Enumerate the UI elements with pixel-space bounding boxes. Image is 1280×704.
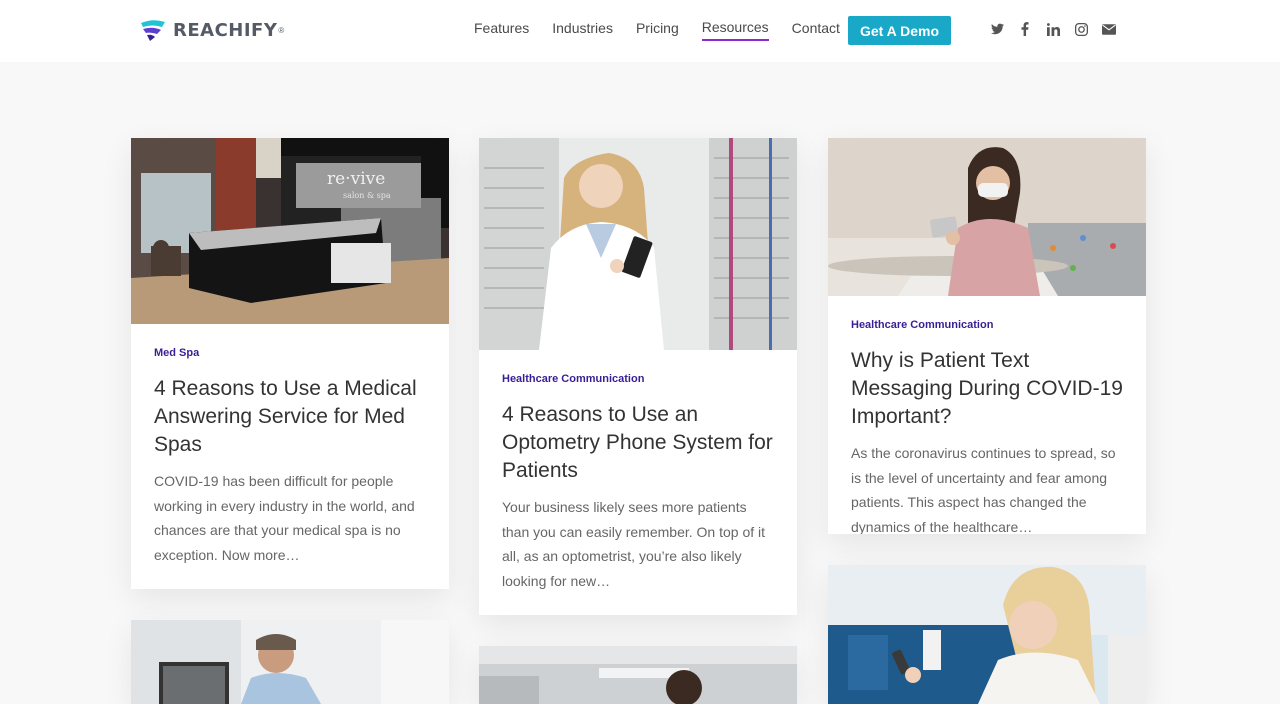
social-links [990, 21, 1116, 37]
post-title[interactable]: 4 Reasons to Use an Optometry Phone Syst… [502, 401, 774, 485]
spa-sign-subtext: salon & spa [343, 191, 391, 200]
logo-registered-mark: ® [278, 25, 285, 35]
post-image-spa-reception[interactable]: re·vive salon & spa [131, 138, 449, 324]
post-category[interactable]: Healthcare Communication [502, 373, 774, 385]
logo-text: REACHIFY [173, 19, 278, 41]
post-excerpt: Your business likely sees more patients … [502, 499, 766, 589]
post-body: Healthcare Communication Why is Patient … [828, 319, 1146, 534]
linkedin-icon[interactable] [1046, 21, 1060, 37]
post-excerpt: As the coronavirus continues to spread, … [851, 445, 1116, 534]
nav-features[interactable]: Features [474, 20, 529, 40]
post-card[interactable]: re·vive salon & spa Med Spa 4 Reasons to… [131, 138, 449, 589]
nav-contact[interactable]: Contact [792, 20, 840, 40]
nav-resources[interactable]: Resources [701, 19, 769, 41]
email-icon[interactable] [1102, 21, 1116, 37]
nav-industries[interactable]: Industries [552, 20, 613, 40]
post-title[interactable]: Why is Patient Text Messaging During COV… [851, 347, 1123, 431]
post-card[interactable]: Healthcare Communication Why is Patient … [828, 138, 1146, 534]
post-body: Healthcare Communication 4 Reasons to Us… [479, 373, 797, 593]
post-card[interactable] [479, 646, 797, 704]
post-category[interactable]: Healthcare Communication [851, 319, 1123, 331]
main-nav: Features Industries Pricing Resources Co… [474, 16, 863, 44]
page: REACHIFY ® Features Industries Pricing R… [0, 0, 1280, 704]
nav-pricing[interactable]: Pricing [636, 20, 679, 40]
post-category[interactable]: Med Spa [154, 347, 426, 359]
twitter-icon[interactable] [990, 21, 1004, 37]
post-body: Med Spa 4 Reasons to Use a Medical Answe… [131, 347, 449, 567]
post-image-woman-phone[interactable] [828, 565, 1146, 704]
post-excerpt: COVID-19 has been difficult for people w… [154, 473, 415, 563]
spa-sign-text: re·vive [327, 169, 385, 189]
post-card[interactable]: Healthcare Communication 4 Reasons to Us… [479, 138, 797, 615]
instagram-icon[interactable] [1074, 21, 1088, 37]
logo[interactable]: REACHIFY ® [139, 18, 284, 42]
post-title[interactable]: 4 Reasons to Use a Medical Answering Ser… [154, 375, 426, 459]
post-card[interactable] [828, 565, 1146, 704]
post-card[interactable] [131, 620, 449, 704]
post-image-dentist-xray[interactable] [131, 620, 449, 704]
get-demo-button[interactable]: Get A Demo [848, 16, 951, 45]
top-bar: REACHIFY ® Features Industries Pricing R… [0, 0, 1280, 62]
post-image-clinic-hallway[interactable] [479, 646, 797, 704]
facebook-icon[interactable] [1018, 21, 1032, 37]
logo-icon [141, 20, 165, 41]
post-image-optometrist[interactable] [479, 138, 797, 350]
post-image-patient-texting[interactable] [828, 138, 1146, 296]
